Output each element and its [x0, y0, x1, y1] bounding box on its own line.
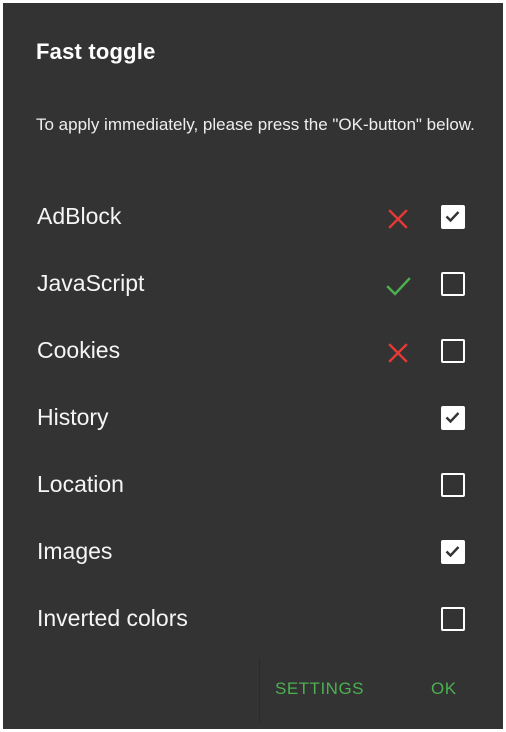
checked-checkbox[interactable]: [441, 540, 465, 564]
toggle-label: Cookies: [37, 337, 121, 363]
checked-checkbox[interactable]: [441, 205, 465, 229]
toggle-label: Location: [37, 471, 124, 497]
toggle-label: AdBlock: [37, 203, 122, 229]
unchecked-checkbox[interactable]: [441, 339, 465, 363]
unchecked-checkbox[interactable]: [441, 473, 465, 497]
dialog-message: To apply immediately, please press the "…: [36, 115, 475, 134]
cross-icon: [385, 206, 411, 232]
toggle-label: Inverted colors: [37, 605, 188, 631]
settings-button[interactable]: SETTINGS: [275, 671, 364, 707]
dialog-title: Fast toggle: [36, 39, 156, 64]
fast-toggle-dialog: Fast toggle To apply immediately, please…: [3, 3, 503, 729]
cross-icon: [385, 340, 411, 366]
check-icon: [385, 273, 411, 299]
toggle-label: JavaScript: [37, 270, 145, 296]
toggle-label: History: [37, 404, 109, 430]
toggle-row-inverted-colors[interactable]: Inverted colors: [3, 595, 503, 662]
checked-checkbox[interactable]: [441, 406, 465, 430]
toggle-label: Images: [37, 538, 113, 564]
unchecked-checkbox[interactable]: [441, 607, 465, 631]
ok-button[interactable]: OK: [431, 671, 457, 707]
button-divider: [259, 659, 260, 723]
unchecked-checkbox[interactable]: [441, 272, 465, 296]
